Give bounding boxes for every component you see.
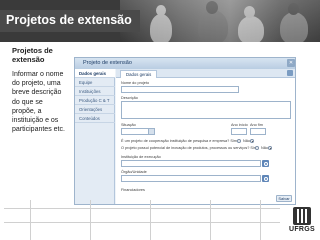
decorative-footer (0, 200, 290, 240)
app-window: Projeto de extensão ✕ Dados gerais Equip… (74, 57, 296, 205)
menu-item-orientacoes[interactable]: Orientações (75, 105, 115, 114)
window-title: Projeto de extensão ✕ (75, 58, 295, 69)
menu-item-producao[interactable]: Produção C & T (75, 96, 115, 105)
menu-item-equipe[interactable]: Equipe (75, 78, 115, 87)
header: Projetos de extensão (0, 0, 320, 42)
logo-text: UFRGS (289, 226, 315, 233)
side-menu: Dados gerais Equipe Instituições Produçã… (75, 69, 115, 204)
divider (4, 222, 280, 223)
divider (260, 200, 261, 240)
slide-title: Projetos de extensão (6, 13, 132, 27)
photo-overlay (120, 0, 320, 42)
ano-inicio-input[interactable] (231, 128, 247, 135)
instituicao-label: Instituição de execução (121, 155, 161, 159)
cooperacao-sim-radio[interactable] (237, 139, 241, 143)
divider (150, 200, 151, 240)
financiadores-label: Financiadores (121, 188, 145, 192)
ano-inicio-label: Ano início (231, 123, 248, 127)
ufrgs-seal-icon (293, 207, 311, 225)
situacao-label: Situação (121, 123, 136, 127)
inovacao-sim-radio[interactable] (255, 146, 259, 150)
ano-fim-input[interactable] (250, 128, 266, 135)
cooperacao-nao-radio[interactable] (250, 139, 254, 143)
nome-label: Nome do projeto (121, 81, 150, 85)
title-bar: Projetos de extensão (0, 10, 140, 32)
section-heading: Projetos de extensão (12, 46, 53, 64)
window-title-text: Projeto de extensão (83, 60, 132, 66)
inovacao-nao-label: Não (261, 146, 268, 150)
search-icon[interactable] (262, 175, 269, 182)
descricao-label: Descrição (121, 96, 138, 100)
chevron-down-icon (148, 129, 154, 134)
divider (4, 208, 280, 209)
divider (210, 200, 211, 240)
form-content: Dados gerais Nome do projeto Descrição S… (116, 69, 295, 204)
nome-input[interactable] (121, 86, 239, 93)
inovacao-question: O projeto possui potencial de inovação d… (121, 146, 257, 150)
close-icon[interactable]: ✕ (287, 59, 295, 67)
cooperacao-question: É um projeto de cooperação instituição d… (121, 139, 237, 143)
ano-fim-label: Ano fim (250, 123, 263, 127)
tab-dados-gerais[interactable]: Dados gerais (120, 70, 158, 78)
slide: Projetos de extensão Projetos de extensã… (0, 0, 320, 240)
divider (30, 200, 31, 240)
orgao-input[interactable] (121, 175, 261, 182)
header-photo (120, 0, 320, 42)
ufrgs-logo: UFRGS (288, 207, 316, 235)
instituicao-input[interactable] (121, 160, 261, 167)
situacao-select[interactable] (121, 128, 155, 135)
search-icon[interactable] (262, 160, 269, 167)
inovacao-nao-radio[interactable] (268, 146, 272, 150)
tab-strip: Dados gerais (116, 69, 295, 78)
cooperacao-nao-label: Não (243, 139, 250, 143)
menu-item-conteudos[interactable]: Conteúdos (75, 114, 115, 123)
orgao-label: Órgão/Unidade (121, 170, 147, 174)
section-description: Informar o nome do projeto, uma breve de… (12, 71, 65, 134)
divider (90, 200, 91, 240)
descricao-textarea[interactable] (121, 101, 291, 119)
help-icon[interactable] (287, 70, 293, 76)
menu-item-dados-gerais[interactable]: Dados gerais (75, 69, 115, 78)
menu-item-instituicoes[interactable]: Instituições (75, 87, 115, 96)
